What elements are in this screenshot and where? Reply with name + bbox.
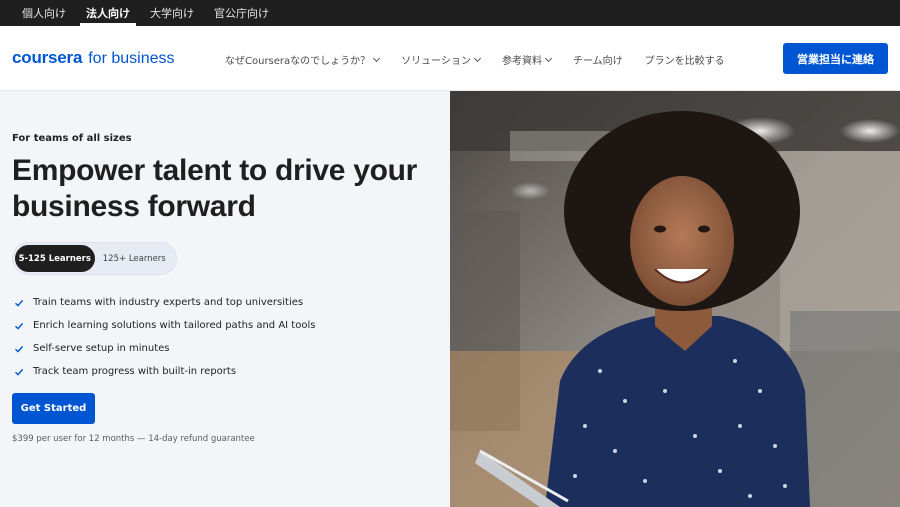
audience-tab-label: 法人向け: [86, 7, 130, 20]
list-item: Track team progress with built-in report…: [14, 360, 315, 383]
audience-tab-individuals[interactable]: 個人向け: [12, 0, 76, 26]
feature-text: Self-serve setup in minutes: [33, 343, 170, 354]
logo-brand: coursera: [12, 48, 83, 67]
list-item: Self-serve setup in minutes: [14, 337, 315, 360]
main-nav: なぜCourseraなのでしょうか？ ソリューション 参考資料 チーム向け プラ…: [225, 52, 725, 67]
get-started-button[interactable]: Get Started: [12, 393, 95, 424]
list-item: Enrich learning solutions with tailored …: [14, 314, 315, 337]
nav-for-teams[interactable]: チーム向け: [573, 52, 623, 67]
feature-list: Train teams with industry experts and to…: [14, 291, 315, 383]
check-icon: [14, 298, 24, 308]
chevron-down-icon: [544, 54, 553, 62]
audience-tab-business[interactable]: 法人向け: [76, 0, 140, 26]
nav-label: ソリューション: [401, 56, 471, 67]
hero-photo-illustration: [450, 91, 900, 507]
check-icon: [14, 344, 24, 354]
check-icon: [14, 367, 24, 377]
nav-label: チーム向け: [572, 56, 623, 67]
learner-size-toggle: 5-125 Learners 125+ Learners: [12, 242, 177, 275]
audience-tab-label: 大学向け: [150, 7, 194, 20]
nav-compare-plans[interactable]: プランを比較する: [645, 52, 725, 67]
hero-eyebrow: For teams of all sizes: [12, 133, 132, 144]
hero-content: For teams of all sizes Empower talent to…: [0, 91, 450, 507]
logo-sub: for business: [88, 50, 175, 67]
nav-label: 参考資料: [501, 56, 542, 67]
site-header: coursera for business なぜCourseraなのでしょうか？…: [0, 26, 900, 91]
feature-text: Enrich learning solutions with tailored …: [33, 320, 316, 331]
nav-resources[interactable]: 参考資料: [501, 52, 553, 67]
feature-text: Train teams with industry experts and to…: [33, 297, 304, 308]
nav-label: なぜCourseraなのでしょうか？: [225, 56, 371, 67]
audience-tab-label: 個人向け: [22, 7, 66, 20]
audience-tab-government[interactable]: 官公庁向け: [204, 0, 279, 26]
nav-why-coursera[interactable]: なぜCourseraなのでしょうか？: [225, 52, 381, 67]
nav-label: プランを比較する: [644, 56, 725, 67]
check-icon: [14, 321, 24, 331]
coursera-for-business-logo[interactable]: coursera for business: [12, 48, 174, 68]
toggle-option-125-plus[interactable]: 125+ Learners: [95, 245, 175, 272]
contact-sales-button[interactable]: 営業担当に連絡: [783, 43, 888, 74]
price-note: $399 per user for 12 months — 14-day ref…: [12, 434, 255, 444]
chevron-down-icon: [473, 54, 482, 62]
hero-title: Empower talent to drive your business fo…: [12, 154, 418, 223]
toggle-option-5-125[interactable]: 5-125 Learners: [15, 245, 95, 272]
list-item: Train teams with industry experts and to…: [14, 291, 315, 314]
audience-bar: 個人向け 法人向け 大学向け 官公庁向け: [0, 0, 900, 26]
audience-tab-label: 官公庁向け: [214, 7, 269, 20]
chevron-down-icon: [373, 54, 381, 62]
hero-photo: [450, 91, 900, 507]
audience-tab-universities[interactable]: 大学向け: [140, 0, 204, 26]
feature-text: Track team progress with built-in report…: [33, 366, 237, 377]
nav-solutions[interactable]: ソリューション: [401, 52, 482, 67]
